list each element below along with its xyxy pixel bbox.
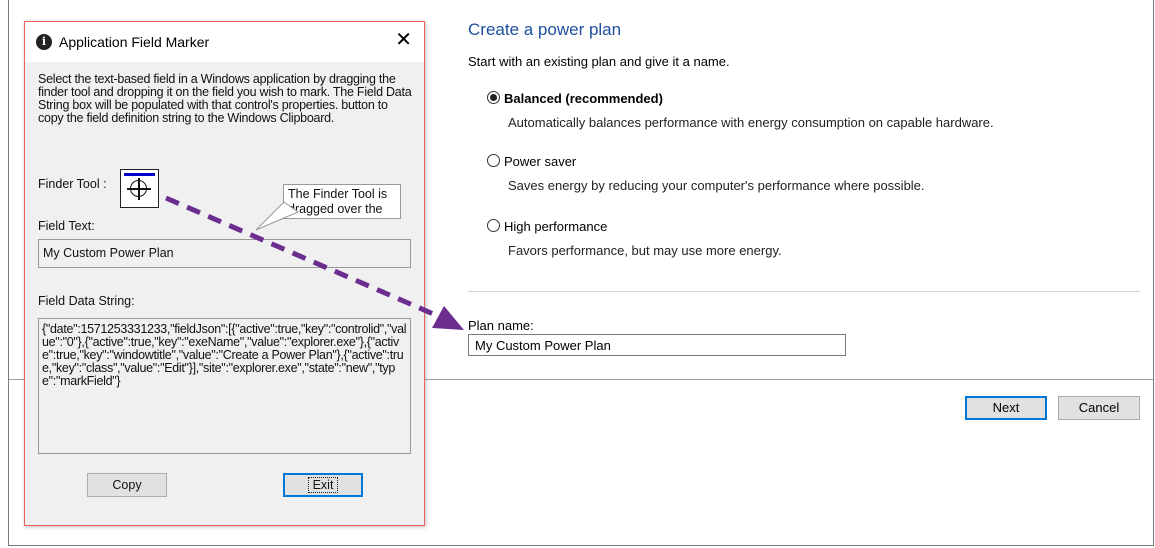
drag-arrow-line [165, 195, 439, 319]
callout-pointer [255, 201, 300, 231]
drag-arrow-annotation [165, 195, 464, 330]
drag-arrow-head-icon [432, 306, 464, 330]
